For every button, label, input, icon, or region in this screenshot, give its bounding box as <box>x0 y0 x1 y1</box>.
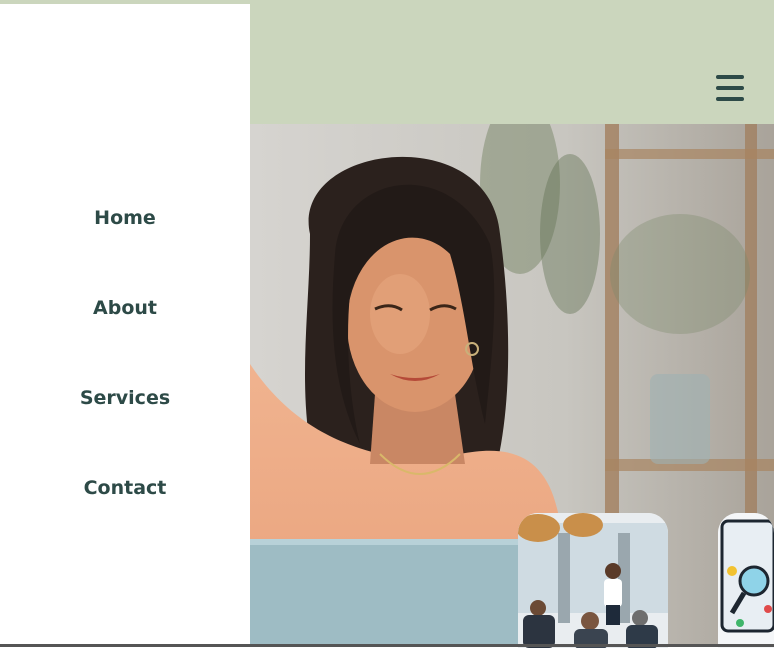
nav-item-contact[interactable]: Contact <box>0 477 250 499</box>
meeting-illustration <box>518 513 668 648</box>
thumbnail-search-image[interactable] <box>718 513 774 648</box>
nav-item-about[interactable]: About <box>0 297 250 319</box>
magnifying-glass-illustration <box>718 513 774 648</box>
hamburger-menu-icon[interactable] <box>716 75 744 101</box>
nav-item-home[interactable]: Home <box>0 207 250 229</box>
hero-image <box>250 124 774 647</box>
sidebar-nav: Home About Services Contact <box>0 4 250 647</box>
hero-illustration <box>250 124 774 647</box>
header-bar <box>250 4 774 124</box>
thumbnail-meeting-image[interactable] <box>518 513 668 648</box>
nav-item-services[interactable]: Services <box>0 387 250 409</box>
